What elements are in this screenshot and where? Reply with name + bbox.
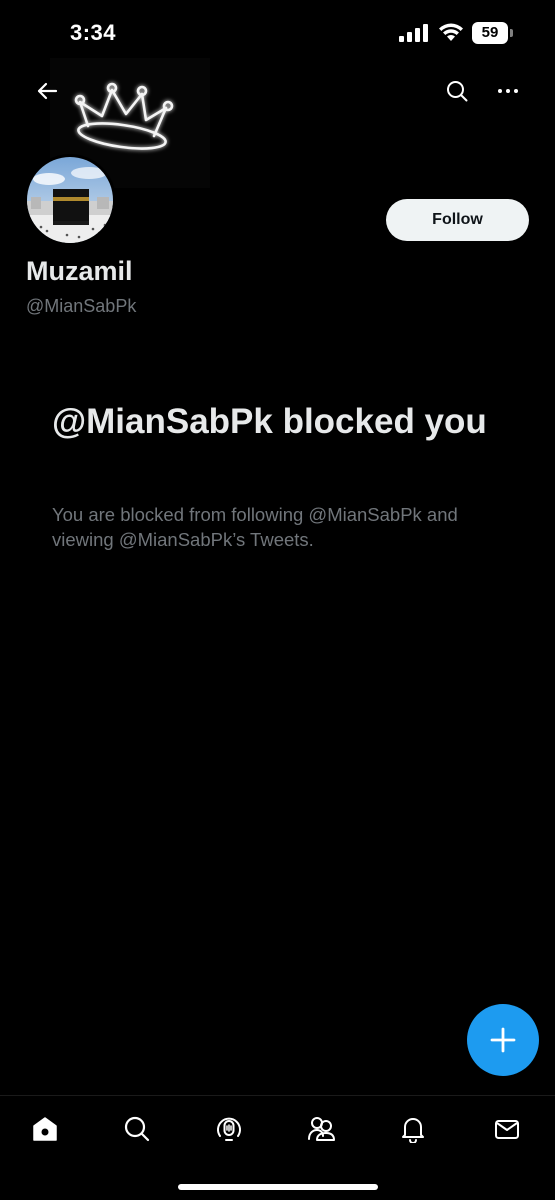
user-handle: @MianSabPk xyxy=(26,296,137,316)
nav-home[interactable] xyxy=(22,1106,68,1152)
nav-notifications[interactable] xyxy=(390,1106,436,1152)
battery-icon: 59 xyxy=(472,22,514,44)
compose-tweet-button[interactable] xyxy=(467,1004,539,1076)
nav-explore[interactable] xyxy=(114,1106,160,1152)
battery-level: 59 xyxy=(481,24,499,41)
avatar-image xyxy=(27,157,113,243)
signal-icon xyxy=(399,24,428,42)
messages-icon xyxy=(495,1120,519,1139)
display-name: Muzamil xyxy=(26,256,133,286)
communities-icon xyxy=(308,1117,335,1141)
back-arrow-icon xyxy=(37,82,58,100)
status-bar: 3:34 59 xyxy=(0,0,555,62)
search-button[interactable] xyxy=(440,74,474,108)
notifications-icon xyxy=(402,1118,424,1143)
home-indicator[interactable] xyxy=(178,1184,378,1190)
search-icon xyxy=(124,1116,150,1142)
back-button[interactable] xyxy=(30,74,64,108)
blocked-title: @MianSabPk blocked you xyxy=(52,402,487,441)
nav-spaces[interactable] xyxy=(206,1106,252,1152)
avatar[interactable] xyxy=(24,154,116,246)
plus-icon xyxy=(490,1027,516,1053)
more-button[interactable] xyxy=(491,74,525,108)
status-time: 3:34 xyxy=(70,20,117,45)
nav-messages[interactable] xyxy=(484,1106,530,1152)
follow-button[interactable]: Follow xyxy=(386,199,529,241)
home-icon xyxy=(33,1117,57,1141)
blocked-description: You are blocked from following @MianSabP… xyxy=(52,504,458,550)
more-icon xyxy=(498,89,518,93)
search-icon xyxy=(447,81,468,102)
wifi-icon xyxy=(439,23,463,41)
spaces-icon xyxy=(217,1117,241,1141)
nav-communities[interactable] xyxy=(298,1106,344,1152)
